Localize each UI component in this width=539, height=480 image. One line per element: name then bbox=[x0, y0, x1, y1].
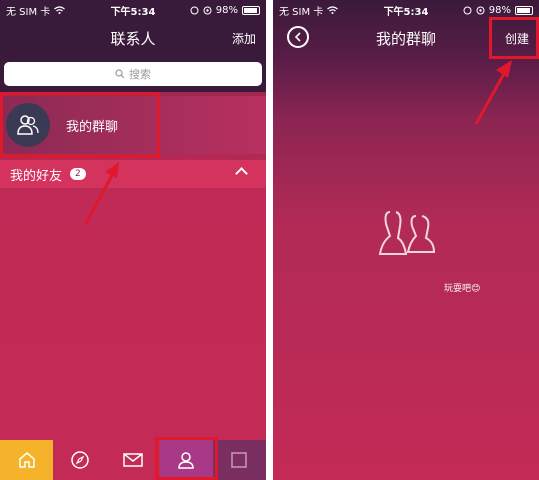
location-icon bbox=[203, 6, 212, 14]
contacts-screen: 无 SIM 卡 下午5:34 98% 联系人 添加 搜索 我的群聊 我的好友 2 bbox=[0, 0, 266, 480]
search-icon bbox=[115, 69, 125, 79]
highlight-box-create bbox=[489, 17, 539, 59]
annotation-arrow bbox=[83, 162, 119, 226]
home-icon bbox=[18, 452, 35, 468]
wifi-icon bbox=[327, 6, 339, 14]
battery-icon bbox=[242, 5, 260, 15]
annotation-arrow bbox=[474, 60, 512, 125]
square-icon bbox=[231, 452, 248, 468]
wifi-icon bbox=[54, 6, 66, 14]
carrier-label: 无 SIM 卡 bbox=[6, 6, 51, 18]
page-title: 联系人 bbox=[110, 29, 156, 48]
tab-messages[interactable] bbox=[106, 440, 160, 480]
search-placeholder: 搜索 bbox=[129, 68, 151, 81]
chevron-left-icon bbox=[294, 32, 301, 42]
page-title: 我的群聊 bbox=[375, 29, 436, 48]
alarm-icon bbox=[190, 6, 199, 14]
my-friends-label: 我的好友 bbox=[10, 168, 63, 184]
empty-state-text: 玩耍吧😊 bbox=[444, 284, 481, 294]
highlight-box-groups bbox=[0, 92, 160, 158]
nav-bar: 联系人 添加 bbox=[0, 20, 266, 56]
highlight-box-contacts-tab bbox=[155, 437, 218, 480]
status-bar: 无 SIM 卡 下午5:34 98% bbox=[0, 0, 266, 20]
tab-more[interactable] bbox=[212, 440, 266, 480]
tab-bar bbox=[0, 440, 266, 480]
tab-discover[interactable] bbox=[53, 440, 107, 480]
chevron-up-icon[interactable] bbox=[235, 167, 248, 180]
carrier-label: 无 SIM 卡 bbox=[279, 6, 324, 18]
location-icon bbox=[476, 6, 485, 14]
mail-icon bbox=[123, 453, 143, 467]
add-button[interactable]: 添加 bbox=[232, 30, 256, 47]
back-button[interactable] bbox=[287, 26, 309, 48]
battery-percent: 98% bbox=[215, 4, 238, 16]
my-friends-row[interactable]: 我的好友 2 bbox=[0, 160, 266, 188]
search-input[interactable]: 搜索 bbox=[4, 62, 262, 86]
empty-group-icon bbox=[378, 211, 436, 255]
alarm-icon bbox=[463, 6, 472, 14]
tab-home[interactable] bbox=[0, 440, 54, 480]
battery-icon bbox=[515, 5, 533, 15]
compass-icon bbox=[71, 451, 89, 469]
battery-percent: 98% bbox=[488, 4, 511, 16]
my-groups-screen: 无 SIM 卡 下午5:34 98% 我的群聊 创建 玩耍吧😊 bbox=[273, 0, 539, 480]
